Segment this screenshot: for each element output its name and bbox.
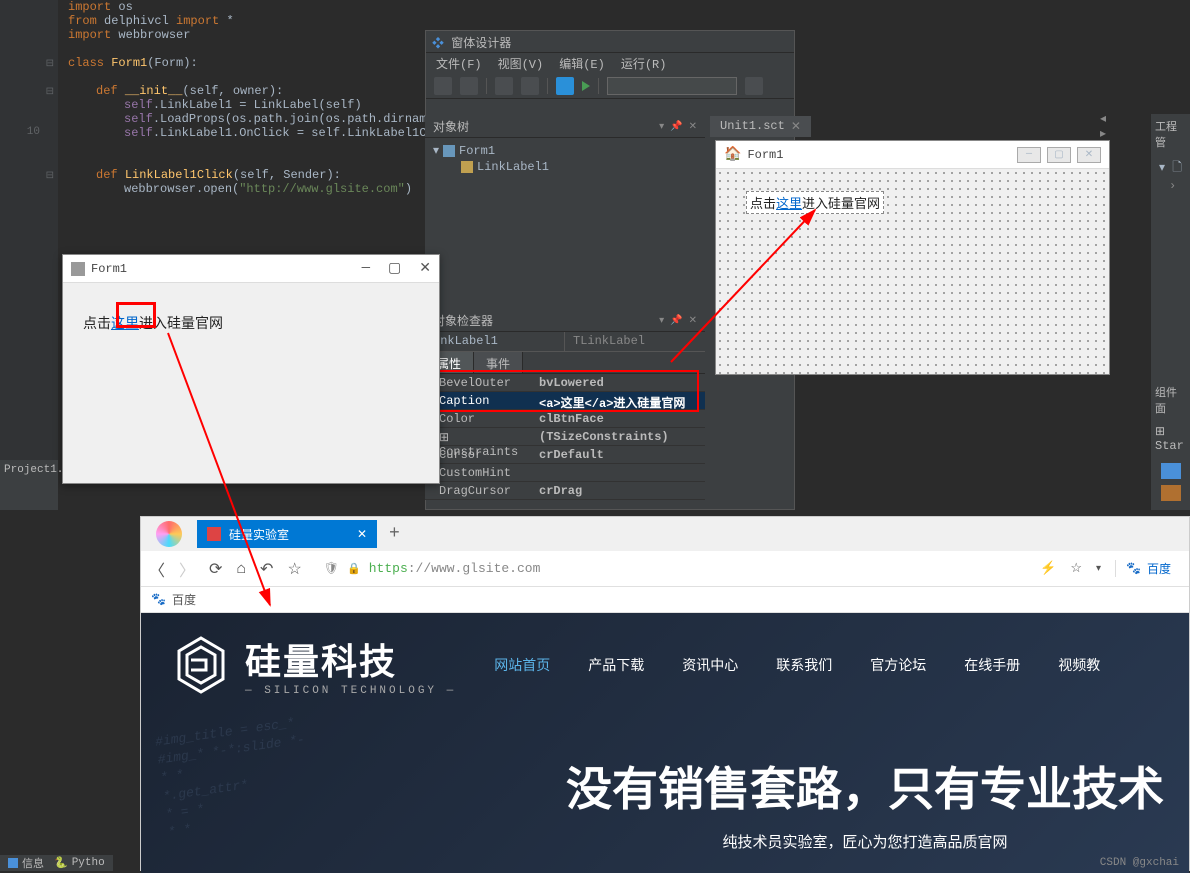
nav-contact[interactable]: 联系我们 xyxy=(776,655,832,675)
property-row[interactable]: DragCursorcrDrag xyxy=(425,482,705,500)
watermark: CSDN @gxchai xyxy=(1100,857,1179,869)
maximize-button[interactable]: ▢ xyxy=(388,260,401,277)
form-icon: 🏠 xyxy=(724,146,741,163)
linklabel-design[interactable]: 点击这里进入硅量官网 xyxy=(746,191,884,214)
tab-events[interactable]: 事件 xyxy=(474,352,523,373)
undo-button[interactable]: ↶ xyxy=(260,559,273,579)
baidu-icon: 🐾 xyxy=(1126,561,1141,576)
star-icon[interactable]: ☆ xyxy=(1070,561,1082,576)
lock-icon: 🔒 xyxy=(347,562,361,576)
browser-content: #img_title = esc_*#img_* *-*:slide *-* *… xyxy=(141,613,1189,873)
form-title: Form1 xyxy=(91,262,127,276)
toolbar-button[interactable] xyxy=(521,77,539,95)
shield-icon: 🛡 xyxy=(324,561,339,576)
nav-manual[interactable]: 在线手册 xyxy=(964,655,1020,675)
nav-home[interactable]: 网站首页 xyxy=(494,655,550,675)
property-row[interactable]: BevelOuterbvLowered xyxy=(425,374,705,392)
inspector-title: 对象检查器 xyxy=(433,312,493,329)
hero-title: 没有销售套路，只有专业技术 xyxy=(541,753,1189,819)
running-form-window: Form1 — ▢ ✕ 点击这里进入硅量官网 xyxy=(62,254,440,484)
close-button[interactable]: ✕ xyxy=(1077,147,1101,163)
nav-forum[interactable]: 官方论坛 xyxy=(870,655,926,675)
close-icon[interactable]: ✕ xyxy=(357,527,367,542)
property-row[interactable]: ColorclBtnFace xyxy=(425,410,705,428)
line-number: 10 xyxy=(10,126,40,138)
component-panel-label[interactable]: 组件面 xyxy=(1151,380,1190,420)
toolbar-button[interactable] xyxy=(495,77,513,95)
design-form-preview: 🏠 Form1 — ▢ ✕ 点击这里进入硅量官网 xyxy=(715,140,1110,375)
object-inspector-panel: 对象检查器 ▾📌✕ inkLabel1 TLinkLabel 属性 事件 Bev… xyxy=(425,310,705,500)
bookmark-baidu[interactable]: 百度 xyxy=(172,591,196,608)
minimize-button[interactable]: — xyxy=(1017,147,1041,163)
dropdown-icon[interactable]: ▾ xyxy=(1096,563,1101,575)
site-brand[interactable]: 硅量科技 — SILICON TECHNOLOGY — xyxy=(171,633,456,697)
home-button[interactable]: ⌂ xyxy=(236,560,246,578)
property-row-caption[interactable]: Caption<a>这里</a>进入硅量官网 xyxy=(425,392,705,410)
refresh-button[interactable]: ⟳ xyxy=(209,559,222,579)
brand-logo-icon xyxy=(171,635,231,695)
editor-gutter: ⊟ ⊟ 10 ⊟ xyxy=(0,0,58,510)
inspector-object-name[interactable]: inkLabel1 xyxy=(425,332,565,351)
project-mgr-label[interactable]: 工程管 xyxy=(1151,114,1190,154)
object-tree-panel: 对象树 ▾📌✕ ▾Form1 LinkLabel1 xyxy=(425,116,705,306)
browser-logo[interactable] xyxy=(141,517,197,551)
property-row[interactable]: ⊞ Constraints(TSizeConstraints) xyxy=(425,428,705,446)
project-name[interactable]: Project1. xyxy=(0,460,58,480)
toolbar-button[interactable] xyxy=(434,77,452,95)
object-tree-title: 对象树 xyxy=(433,118,469,135)
designer-toolbar xyxy=(426,73,794,99)
tree-node-linklabel1[interactable]: LinkLabel1 xyxy=(433,159,697,175)
tab-unit1[interactable]: Unit1.sct✕ xyxy=(710,116,811,137)
project-panel: Project1. xyxy=(0,460,58,510)
property-row[interactable]: CursorcrDefault xyxy=(425,446,705,464)
nav-video[interactable]: 视频教 xyxy=(1058,655,1100,675)
minimize-button[interactable]: — xyxy=(362,260,370,277)
nav-news[interactable]: 资讯中心 xyxy=(682,655,738,675)
close-icon[interactable]: ✕ xyxy=(791,119,801,134)
menu-file[interactable]: 文件(F) xyxy=(436,55,482,71)
status-bar: 信息 🐍Pytho xyxy=(0,855,113,871)
component-icon[interactable] xyxy=(1161,463,1181,479)
menu-run[interactable]: 运行(R) xyxy=(621,55,667,71)
nav-download[interactable]: 产品下载 xyxy=(588,655,644,675)
menu-edit[interactable]: 编辑(E) xyxy=(559,55,605,71)
flash-icon[interactable]: ⚡ xyxy=(1040,561,1056,576)
design-form-title: Form1 xyxy=(747,148,783,162)
designer-titlebar: ❖ 窗体设计器 xyxy=(426,31,794,53)
tree-node-form1[interactable]: ▾Form1 xyxy=(433,142,697,159)
editor-tabs: Unit1.sct✕ ◂ ▸ xyxy=(710,114,811,138)
back-button[interactable]: 〈 xyxy=(149,557,165,581)
browser-window: 硅量实验室 ✕ + 〈 〉 ⟳ ⌂ ↶ ☆ 🛡 🔒 https://www.gl… xyxy=(140,516,1190,871)
linklabel-runtime[interactable]: 点击这里进入硅量官网 xyxy=(83,317,223,333)
browser-tab[interactable]: 硅量实验室 ✕ xyxy=(197,520,377,548)
menu-view[interactable]: 视图(V) xyxy=(498,55,544,71)
hero-subtitle: 纯技术员实验室，匠心为您打造高品质官网 xyxy=(541,831,1189,852)
favorite-button[interactable]: ☆ xyxy=(287,559,301,579)
inspector-object-type: TLinkLabel xyxy=(565,332,705,351)
toolbar-input[interactable] xyxy=(607,77,737,95)
toolbar-button[interactable] xyxy=(745,77,763,95)
close-button[interactable]: ✕ xyxy=(419,260,431,277)
property-row[interactable]: CustomHint xyxy=(425,464,705,482)
address-bar[interactable]: 🛡 🔒 https://www.glsite.com xyxy=(316,555,1026,583)
maximize-button[interactable]: ▢ xyxy=(1047,147,1071,163)
form-icon xyxy=(71,262,85,276)
component-icon[interactable] xyxy=(1161,485,1181,501)
forward-button[interactable]: 〉 xyxy=(179,557,195,581)
toolbar-button[interactable] xyxy=(460,77,478,95)
run-icon[interactable] xyxy=(582,81,590,91)
designer-menu[interactable]: 文件(F) 视图(V) 编辑(E) 运行(R) xyxy=(426,53,794,73)
baidu-icon: 🐾 xyxy=(151,592,166,607)
new-tab-button[interactable]: + xyxy=(377,524,412,544)
browser-search[interactable]: 🐾 百度 xyxy=(1115,560,1181,577)
toolbar-button[interactable] xyxy=(556,77,574,95)
